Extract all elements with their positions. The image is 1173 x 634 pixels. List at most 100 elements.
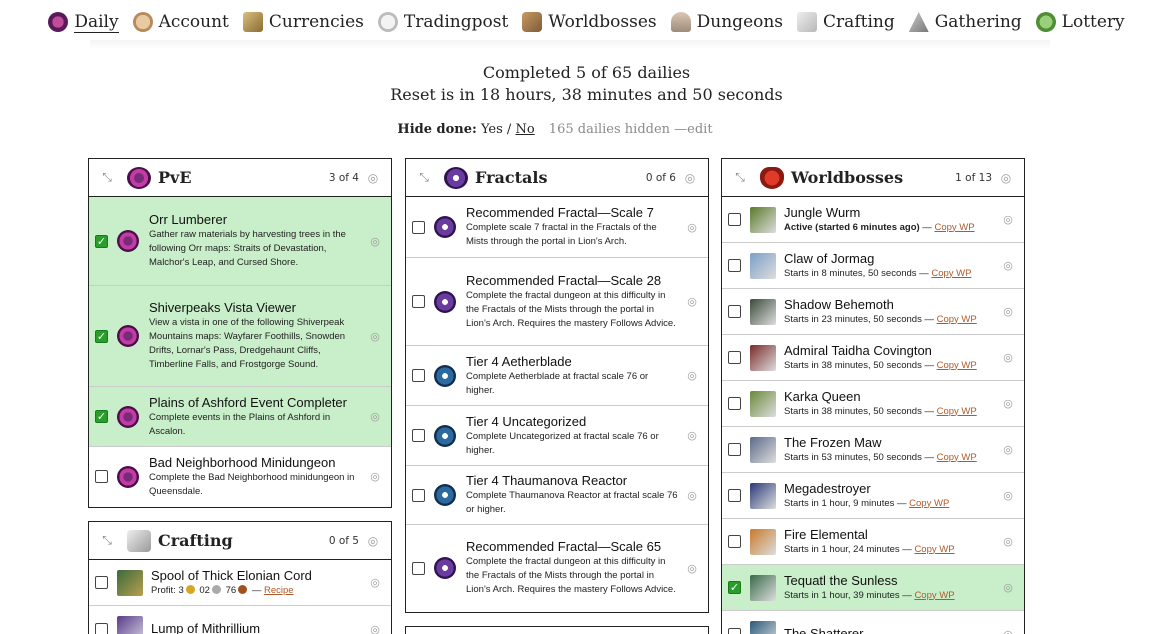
worldboss-name: Tequatl the Sunless	[784, 572, 898, 588]
hide-eye-icon[interactable]: ◎	[1000, 581, 1016, 594]
done-checkbox[interactable]	[728, 259, 741, 272]
done-checkbox[interactable]	[728, 627, 741, 634]
nav-tradingpost[interactable]: Tradingpost	[377, 12, 508, 32]
fractal-icon	[434, 216, 456, 238]
done-checkbox[interactable]: ✓	[95, 410, 108, 423]
done-checkbox[interactable]: ✓	[95, 329, 108, 343]
hide-eye-icon[interactable]: ◎	[367, 330, 383, 343]
edit-hidden-link[interactable]: —edit	[674, 122, 712, 137]
hide-eye-icon[interactable]: ◎	[367, 623, 383, 634]
done-checkbox[interactable]	[412, 220, 425, 234]
nav-crafting[interactable]: Crafting	[797, 12, 895, 32]
daily-title: Tier 4 Aetherblade	[466, 353, 572, 369]
hide-eye-icon[interactable]: ◎	[684, 369, 700, 382]
hide-separator: /	[506, 122, 512, 137]
copy-waypoint-link[interactable]: Copy WP	[914, 544, 954, 555]
fractal-tier4-icon	[434, 364, 456, 387]
nav-daily[interactable]: Daily	[48, 12, 119, 33]
worldboss-row: Admiral Taidha Covington Starts in 38 min…	[722, 335, 1024, 381]
done-checkbox[interactable]	[412, 429, 425, 442]
copy-waypoint-link[interactable]: Copy WP	[931, 268, 971, 279]
collapse-icon[interactable]: ⤡	[730, 170, 750, 185]
hide-eye-icon[interactable]: ◎	[367, 576, 383, 589]
daily-desc: Complete scale 7 fractal in the Fractals…	[466, 222, 657, 247]
done-checkbox[interactable]	[95, 470, 108, 483]
nav-gathering[interactable]: Gathering	[908, 12, 1022, 32]
hide-eye-icon[interactable]: ◎	[1000, 397, 1016, 410]
recipe-link[interactable]: Recipe	[264, 585, 294, 596]
done-checkbox[interactable]	[728, 397, 741, 410]
worldboss-name: Jungle Wurm	[784, 204, 861, 220]
worldboss-icon	[750, 482, 776, 509]
done-checkbox[interactable]: ✓	[95, 234, 108, 248]
hide-eye-icon[interactable]: ◎	[1000, 259, 1016, 272]
crafting-header: ⤡ Crafting 0 of 5 ◎	[89, 522, 391, 560]
hide-no-link[interactable]: No	[515, 122, 534, 137]
hide-yes-link[interactable]: Yes	[481, 122, 503, 137]
hide-eye-icon[interactable]: ◎	[1000, 305, 1016, 318]
daily-desc: Complete Aetherblade at fractal scale 76…	[466, 370, 649, 396]
hide-eye-icon[interactable]: ◎	[684, 295, 700, 308]
hide-eye-icon[interactable]: ◎	[684, 221, 700, 234]
worldboss-icon	[750, 528, 776, 555]
fractal-icon	[434, 290, 456, 313]
hide-eye-icon[interactable]: ◎	[684, 489, 700, 502]
done-checkbox[interactable]: ✓	[728, 581, 741, 594]
hide-eye-icon[interactable]: ◎	[682, 171, 698, 185]
collapse-icon[interactable]: ⤡	[97, 533, 117, 548]
done-checkbox[interactable]	[412, 369, 425, 382]
nav-lottery[interactable]: Lottery	[1035, 12, 1125, 32]
hide-eye-icon[interactable]: ◎	[1000, 351, 1016, 364]
worldboss-status: Starts in 38 minutes, 50 seconds — Copy …	[784, 359, 977, 371]
copy-waypoint-link[interactable]: Copy WP	[937, 314, 977, 325]
done-checkbox[interactable]	[95, 576, 108, 589]
daily-row: Bad Neighborhood Minidungeon Complete the…	[89, 447, 391, 506]
nav-account[interactable]: Account	[132, 12, 229, 32]
worldboss-icon	[750, 436, 776, 463]
fractal-icon	[434, 557, 456, 579]
currencies-icon	[242, 12, 263, 32]
hide-eye-icon[interactable]: ◎	[1000, 628, 1016, 634]
copy-waypoint-link[interactable]: Copy WP	[937, 406, 977, 417]
nav-worldbosses[interactable]: Worldbosses	[522, 12, 657, 32]
done-checkbox[interactable]	[412, 295, 425, 308]
hide-eye-icon[interactable]: ◎	[1000, 213, 1016, 226]
copy-waypoint-link[interactable]: Copy WP	[934, 222, 974, 233]
gathering-icon	[908, 12, 929, 32]
done-checkbox[interactable]	[412, 561, 425, 575]
done-checkbox[interactable]	[95, 622, 108, 634]
hide-eye-icon[interactable]: ◎	[998, 171, 1014, 185]
collapse-icon[interactable]: ⤡	[414, 170, 434, 185]
hide-eye-icon[interactable]: ◎	[1000, 443, 1016, 456]
copy-waypoint-link[interactable]: Copy WP	[937, 452, 977, 463]
hide-eye-icon[interactable]: ◎	[367, 410, 383, 423]
nav-dungeons[interactable]: Dungeons	[670, 12, 783, 32]
daily-desc: Complete the Bad Neighborhood minidungeo…	[149, 471, 355, 497]
copy-waypoint-link[interactable]: Copy WP	[937, 360, 977, 371]
fractals-panel: ⤡ Fractals 0 of 6 ◎ Recommended Fractal—…	[405, 158, 709, 613]
copy-waypoint-link[interactable]: Copy WP	[909, 498, 949, 509]
done-checkbox[interactable]	[728, 305, 741, 318]
hide-eye-icon[interactable]: ◎	[365, 534, 381, 548]
nav-currencies[interactable]: Currencies	[242, 12, 364, 32]
done-checkbox[interactable]	[728, 351, 741, 364]
done-checkbox[interactable]	[728, 213, 741, 226]
done-checkbox[interactable]	[412, 488, 425, 502]
done-checkbox[interactable]	[728, 535, 741, 548]
hide-eye-icon[interactable]: ◎	[684, 562, 700, 575]
dungeons-icon	[670, 12, 691, 32]
done-checkbox[interactable]	[728, 489, 741, 502]
hide-eye-icon[interactable]: ◎	[1000, 489, 1016, 502]
daily-row: Tier 4 Aetherblade Complete Aetherblade a…	[406, 346, 708, 406]
hide-eye-icon[interactable]: ◎	[365, 171, 381, 185]
hide-eye-icon[interactable]: ◎	[367, 470, 383, 483]
copy-waypoint-link[interactable]: Copy WP	[914, 590, 954, 601]
done-checkbox[interactable]	[728, 443, 741, 456]
hide-eye-icon[interactable]: ◎	[367, 235, 383, 248]
collapse-icon[interactable]: ⤡	[97, 170, 117, 185]
hide-eye-icon[interactable]: ◎	[1000, 535, 1016, 548]
worldboss-icon	[750, 390, 776, 417]
hide-done-label: Hide done:	[397, 122, 477, 137]
crafting-title: Crafting	[158, 531, 233, 550]
hide-eye-icon[interactable]: ◎	[684, 429, 700, 442]
